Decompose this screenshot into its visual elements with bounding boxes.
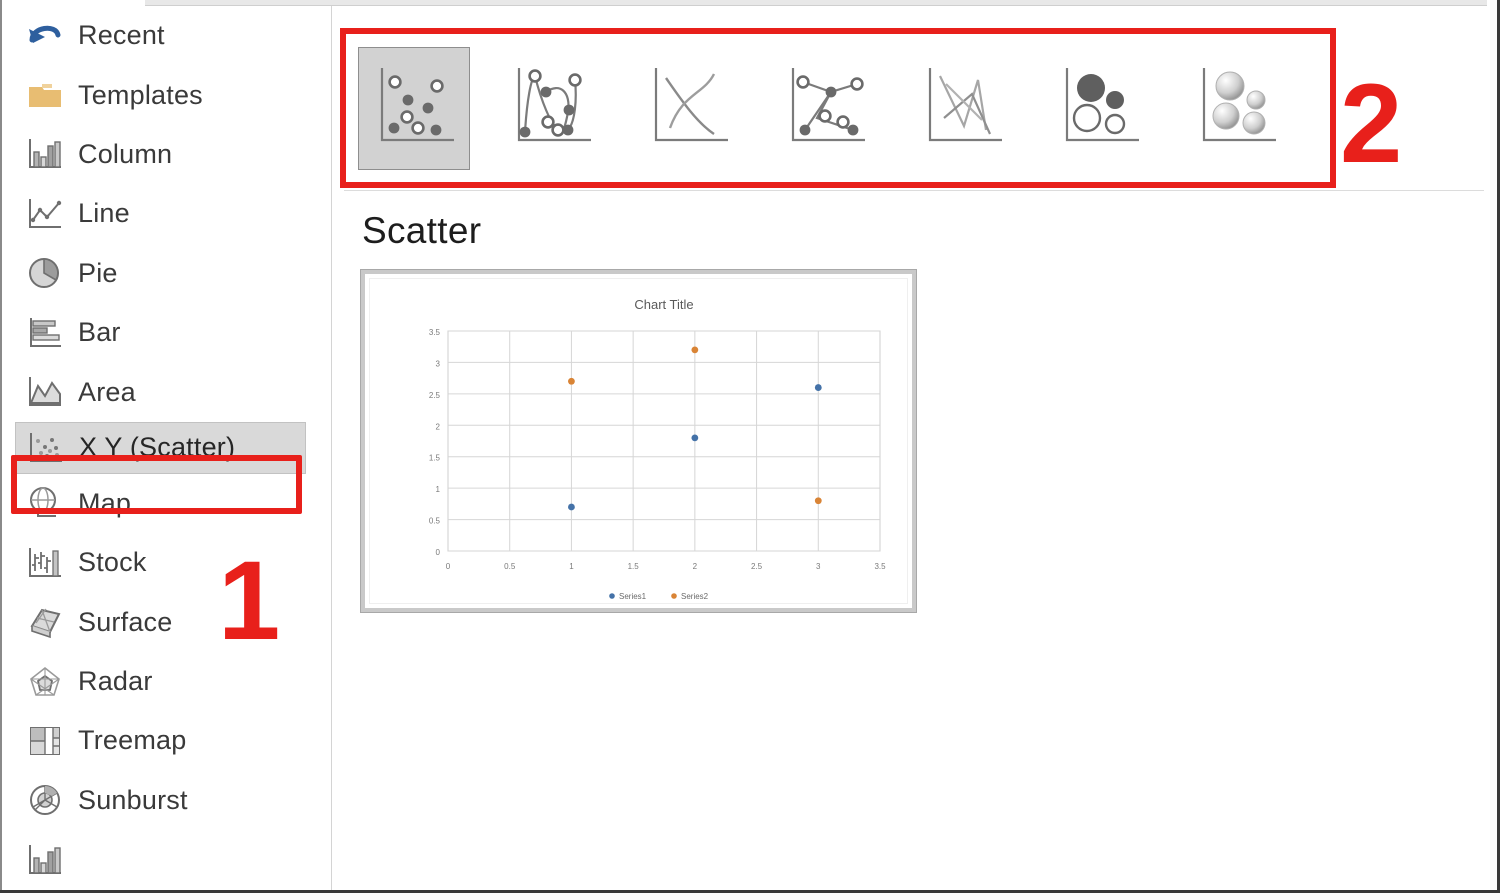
sidebar-item-radar[interactable]: Radar [2, 652, 331, 711]
x-axis-tick-label: 3 [816, 562, 821, 571]
pie-chart-icon [24, 253, 66, 293]
y-axis-tick-label: 0.5 [429, 517, 441, 526]
data-point-series-1 [568, 503, 575, 511]
sidebar-item-bar[interactable]: Bar [2, 303, 331, 362]
preview-panel: Scatter Chart Title 0 0.5 1 1.5 2 2.5 3 3.5 0 0.5 1… [332, 196, 1497, 890]
x-axis-tick-label: 0.5 [504, 562, 516, 571]
preview-scatter-chart: Chart Title 0 0.5 1 1.5 2 2.5 3 3.5 0 0.5 1 1.5 2 2.5 3… [429, 297, 886, 601]
chart-preview-thumbnail[interactable]: Chart Title 0 0.5 1 1.5 2 2.5 3 3.5 0 0.5 1 1.5 2 2.5 3… [361, 270, 916, 612]
sidebar-item-x-y-scatter[interactable]: X Y (Scatter) [15, 421, 306, 474]
sidebar-item-label: Recent [78, 20, 165, 51]
chart-type-sidebar[interactable]: Recent Templates Column Line Pie Bar Area X Y (… [2, 6, 332, 890]
page-title: Scatter [362, 210, 482, 251]
annotation-number-2: 2 [1340, 61, 1403, 186]
x-axis-tick-label: 2 [693, 562, 698, 571]
line-chart-icon [24, 194, 66, 234]
sidebar-item-templates[interactable]: Templates [2, 65, 331, 124]
chart-subtype-scatter[interactable] [358, 46, 470, 170]
sidebar-item-label: Templates [78, 79, 203, 110]
sidebar-item-label: Sunburst [78, 784, 188, 815]
folder-icon [24, 75, 66, 115]
sidebar-item-label: X Y (Scatter) [79, 432, 236, 463]
legend-marker [671, 593, 677, 599]
chart-subtype-bubble[interactable] [1043, 46, 1155, 170]
area-chart-icon [24, 372, 66, 412]
data-point-series-2 [814, 497, 822, 505]
recent-undo-arrow-icon [24, 16, 66, 56]
column-chart-icon [24, 134, 66, 174]
y-axis-tick-label: 3 [436, 359, 441, 368]
x-axis-tick-label: 2.5 [751, 562, 763, 571]
chart-subtype-scatter-with-smooth-lines-and-markers[interactable] [495, 46, 607, 170]
window-top-strip [145, 0, 1487, 6]
y-axis-tick-label: 3.5 [429, 328, 441, 337]
y-axis-tick-label: 0 [436, 548, 441, 557]
sidebar-item-line[interactable]: Line [2, 184, 331, 243]
sidebar-item-map[interactable]: Map [2, 474, 331, 533]
sidebar-item-label: Surface [78, 606, 173, 637]
y-axis-tick-label: 2.5 [429, 391, 441, 400]
data-point-series-2 [568, 377, 575, 385]
map-globe-icon [24, 483, 66, 523]
chart-subtype-3-d-bubble[interactable] [1180, 46, 1292, 170]
gallery-divider [344, 190, 1484, 191]
plot-area [447, 330, 881, 552]
stock-chart-icon [24, 543, 66, 583]
scatter-chart-icon [25, 428, 67, 468]
surface-chart-icon [24, 602, 66, 642]
legend-label: Series2 [681, 592, 709, 601]
radar-chart-icon [24, 662, 66, 702]
x-axis-tick-label: 1.5 [628, 562, 640, 571]
sidebar-item-surface[interactable]: Surface [2, 593, 331, 652]
chart-preview-canvas: Chart Title 0 0.5 1 1.5 2 2.5 3 3.5 0 0.5 1 1.5 2 2.5 3… [369, 278, 908, 604]
sidebar-item-label: Area [78, 376, 136, 407]
sidebar-item-label: Treemap [78, 725, 187, 756]
annotation-box-chart-subtype-gallery [340, 28, 1336, 188]
sidebar-item-label: Pie [78, 257, 118, 288]
bar-chart-icon [24, 313, 66, 353]
chart-subtype-scatter-with-straight-lines[interactable] [906, 46, 1018, 170]
y-axis-tick-label: 1 [436, 485, 441, 494]
chart-title: Chart Title [634, 297, 693, 312]
sidebar-item-label: Line [78, 198, 130, 229]
annotation-number-1: 1 [218, 538, 281, 663]
chart-subtype-scatter-with-straight-lines-and-markers[interactable] [769, 46, 881, 170]
legend-marker [609, 593, 615, 599]
sidebar-item-label: Map [78, 487, 132, 518]
data-point-series-2 [691, 346, 699, 354]
data-point-series-1 [691, 434, 699, 442]
x-axis-tick-label: 0 [446, 562, 451, 571]
sidebar-item-pie[interactable]: Pie [2, 244, 331, 303]
x-axis-tick-label: 3.5 [874, 562, 886, 571]
sidebar-item-sunburst[interactable]: Sunburst [2, 771, 331, 830]
chart-subtype-gallery[interactable] [346, 34, 1330, 182]
sunburst-chart-icon [24, 780, 66, 820]
legend-label: Series1 [619, 592, 647, 601]
sidebar-item-column[interactable]: Column [2, 125, 331, 184]
x-axis-tick-label: 1 [569, 562, 574, 571]
chart-subtype-scatter-with-smooth-lines[interactable] [632, 46, 744, 170]
sidebar-item-stock[interactable]: Stock [2, 533, 331, 592]
data-point-series-1 [814, 384, 822, 391]
sidebar-item-label: Radar [78, 666, 153, 697]
y-axis-tick-label: 1.5 [429, 454, 441, 463]
sidebar-item-label: Stock [78, 547, 147, 578]
y-axis-tick-label: 2 [436, 422, 441, 431]
sidebar-item-recent[interactable]: Recent [2, 6, 331, 65]
sidebar-item-label: Column [78, 138, 173, 169]
histogram-chart-icon [24, 840, 66, 880]
sidebar-item-label: Bar [78, 317, 121, 348]
treemap-chart-icon [24, 721, 66, 761]
sidebar-item-partial-next[interactable] [2, 830, 331, 889]
sidebar-item-area[interactable]: Area [2, 362, 331, 421]
sidebar-item-treemap[interactable]: Treemap [2, 711, 331, 770]
